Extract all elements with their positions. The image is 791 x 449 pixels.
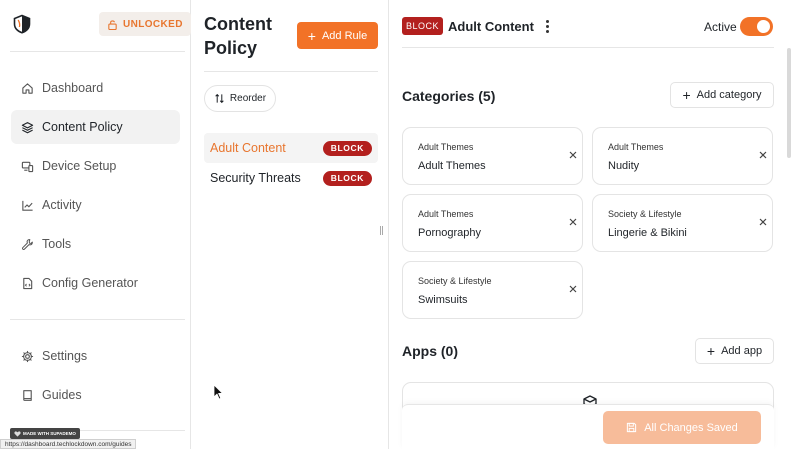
sidebar-item-activity[interactable]: Activity	[11, 188, 180, 222]
category-card: Adult Themes Adult Themes	[402, 127, 583, 185]
close-icon[interactable]	[568, 284, 578, 294]
sidebar-item-guides[interactable]: Guides	[11, 378, 180, 412]
detail-scrollbar[interactable]	[787, 48, 791, 158]
add-app-button[interactable]: + Add app	[695, 338, 774, 364]
sidebar-item-label: Device Setup	[42, 159, 117, 173]
heart-icon	[14, 430, 21, 437]
more-options-icon[interactable]	[545, 20, 549, 33]
reorder-button[interactable]: Reorder	[204, 85, 276, 112]
category-card: Society & Lifestyle Swimsuits	[402, 261, 583, 319]
plus-icon: +	[706, 343, 716, 359]
close-icon[interactable]	[758, 150, 768, 160]
close-icon[interactable]	[758, 217, 768, 227]
rule-item-adult-content[interactable]: Adult Content BLOCK	[204, 133, 378, 163]
status-bar-url: https://dashboard.techlockdown.com/guide…	[0, 439, 137, 449]
unlocked-badge[interactable]: UNLOCKED	[99, 12, 191, 36]
made-with-badge[interactable]: MADE WITH SUPADEMO	[10, 428, 80, 439]
block-badge: BLOCK	[322, 170, 372, 186]
add-category-button[interactable]: + Add category	[670, 82, 774, 108]
add-category-label: Add category	[696, 89, 762, 101]
plus-icon: +	[682, 87, 691, 103]
active-toggle[interactable]	[740, 17, 773, 36]
sidebar-item-label: Dashboard	[42, 81, 104, 95]
sidebar-item-label: Content Policy	[42, 120, 123, 134]
sidebar-divider	[10, 319, 185, 320]
detail-header: BLOCK Adult Content Active	[402, 0, 774, 48]
close-icon[interactable]	[568, 217, 578, 227]
layers-icon	[21, 121, 34, 133]
panel-resize-handle[interactable]	[380, 226, 386, 236]
save-button[interactable]: All Changes Saved	[603, 411, 761, 444]
toggle-knob	[757, 20, 770, 33]
save-bar: All Changes Saved	[402, 404, 774, 449]
close-icon[interactable]	[568, 150, 578, 160]
rule-title: Adult Content	[448, 19, 534, 34]
sidebar-item-settings[interactable]: Settings	[11, 339, 180, 373]
sidebar-item-config-generator[interactable]: Config Generator	[11, 266, 180, 300]
rule-name: Adult Content	[210, 141, 286, 155]
sidebar: UNLOCKED Dashboard Content Policy Device…	[0, 0, 191, 449]
unlock-icon	[108, 19, 117, 30]
sidebar-divider	[10, 51, 185, 52]
add-app-label: Add app	[721, 345, 763, 357]
gear-icon	[21, 350, 34, 362]
file-code-icon	[23, 277, 33, 289]
add-rule-button[interactable]: + Add Rule	[297, 22, 378, 49]
category-name: Pornography	[418, 227, 481, 239]
plus-icon: +	[307, 27, 316, 44]
active-label: Active	[704, 20, 737, 34]
sort-arrows-icon	[215, 93, 224, 104]
rules-divider	[204, 71, 378, 72]
sidebar-item-label: Settings	[42, 349, 88, 363]
save-disk-icon	[627, 422, 637, 433]
block-badge: BLOCK	[322, 140, 372, 156]
apps-title: Apps (0)	[402, 343, 458, 359]
category-name: Adult Themes	[418, 160, 486, 172]
category-parent: Adult Themes	[608, 142, 664, 152]
category-parent: Adult Themes	[418, 209, 474, 219]
rules-panel: Content Policy + Add Rule Reorder Adult …	[192, 0, 389, 449]
add-rule-label: Add Rule	[321, 29, 368, 42]
sidebar-item-device-setup[interactable]: Device Setup	[11, 149, 180, 183]
category-name: Nudity	[608, 160, 640, 172]
rule-item-security-threats[interactable]: Security Threats BLOCK	[204, 163, 378, 193]
made-with-label: MADE WITH SUPADEMO	[23, 431, 76, 436]
unlocked-label: UNLOCKED	[123, 18, 183, 30]
sidebar-item-tools[interactable]: Tools	[11, 227, 180, 261]
action-badge: BLOCK	[402, 17, 444, 35]
wrench-icon	[22, 238, 33, 250]
rule-detail-panel: BLOCK Adult Content Active Categories (5…	[390, 0, 791, 449]
category-card: Society & Lifestyle Lingerie & Bikini	[592, 194, 773, 252]
category-parent: Adult Themes	[418, 142, 474, 152]
sidebar-item-label: Tools	[42, 237, 72, 251]
category-parent: Society & Lifestyle	[608, 209, 682, 219]
category-card: Adult Themes Nudity	[592, 127, 773, 185]
chart-line-icon	[22, 200, 33, 211]
sidebar-item-label: Activity	[42, 198, 82, 212]
sidebar-item-label: Guides	[42, 388, 82, 402]
save-label: All Changes Saved	[644, 421, 738, 434]
category-name: Lingerie & Bikini	[608, 227, 687, 239]
mouse-cursor-icon	[213, 384, 223, 400]
shield-logo-icon[interactable]	[12, 14, 32, 34]
home-icon	[22, 82, 33, 94]
sidebar-item-label: Config Generator	[42, 276, 138, 290]
reorder-label: Reorder	[229, 93, 267, 104]
sidebar-item-dashboard[interactable]: Dashboard	[11, 71, 180, 105]
rule-name: Security Threats	[210, 171, 301, 185]
category-name: Swimsuits	[418, 294, 468, 306]
category-parent: Society & Lifestyle	[418, 276, 492, 286]
page-title: Content Policy	[204, 14, 272, 58]
devices-icon	[21, 161, 34, 172]
book-icon	[23, 389, 32, 401]
categories-title: Categories (5)	[402, 88, 496, 104]
category-card: Adult Themes Pornography	[402, 194, 583, 252]
sidebar-item-content-policy[interactable]: Content Policy	[11, 110, 180, 144]
